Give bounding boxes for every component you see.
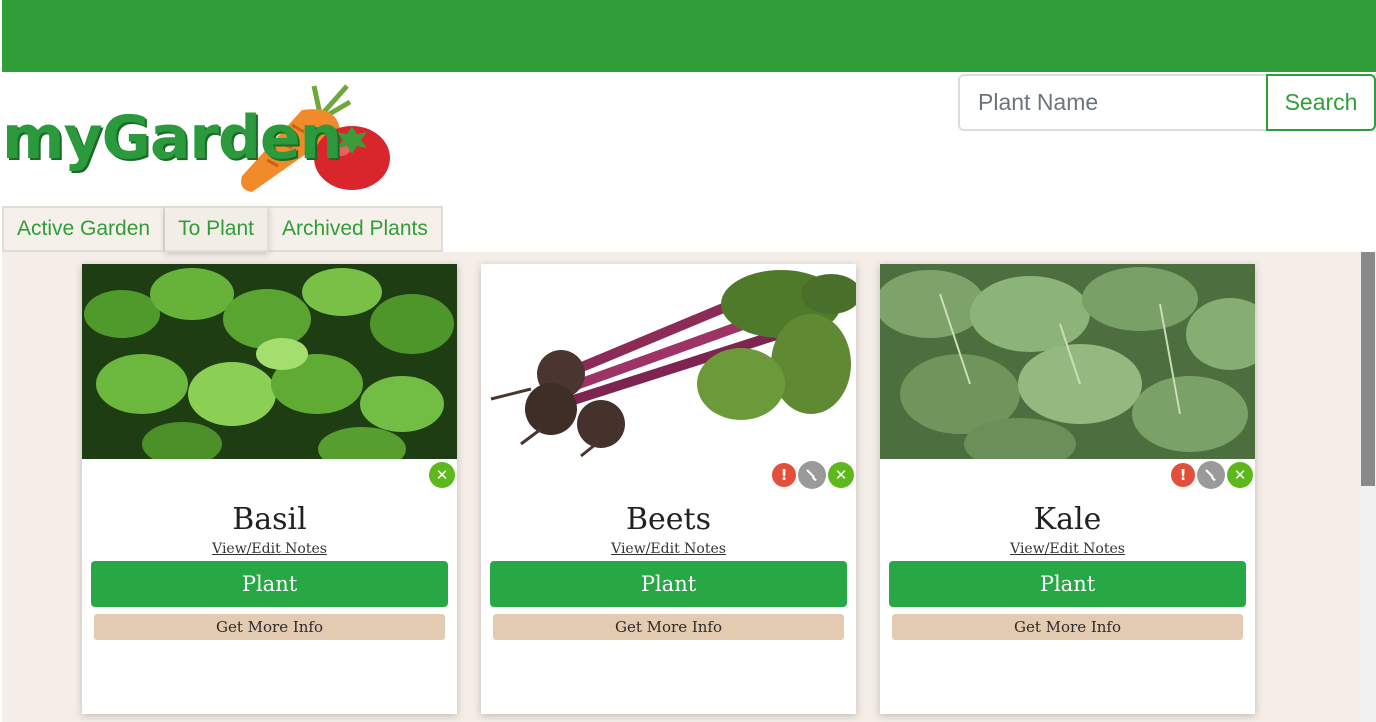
plant-card-list: ✕ Basil View/Edit Notes Plant Get More I… — [2, 252, 1362, 722]
tab-archived-plants[interactable]: Archived Plants — [268, 206, 443, 252]
alert-icon[interactable]: ! — [1171, 463, 1195, 487]
search-button[interactable]: Search — [1266, 74, 1376, 131]
alert-icon[interactable]: ! — [772, 463, 796, 487]
header-bar — [2, 0, 1376, 72]
plant-image-beets — [481, 264, 856, 459]
view-edit-notes-link[interactable]: View/Edit Notes — [481, 541, 856, 557]
view-edit-notes-link[interactable]: View/Edit Notes — [880, 541, 1255, 557]
scrollbar[interactable] — [1360, 252, 1376, 722]
logo-text: myGarden — [2, 103, 342, 173]
garden-tabs: Active Garden To Plant Archived Plants — [2, 206, 443, 252]
get-more-info-button[interactable]: Get More Info — [94, 614, 445, 640]
plant-card-kale: ! ✕ Kale View/Edit Notes Plant Get More … — [880, 264, 1255, 714]
plant-image-basil — [82, 264, 457, 459]
remove-icon[interactable]: ✕ — [1227, 462, 1253, 488]
plant-image-kale — [880, 264, 1255, 459]
card-actions: ! ✕ — [1171, 461, 1253, 489]
plant-name: Beets — [625, 502, 711, 537]
search-input[interactable] — [958, 74, 1268, 131]
plant-card-basil: ✕ Basil View/Edit Notes Plant Get More I… — [82, 264, 457, 714]
get-more-info-button[interactable]: Get More Info — [892, 614, 1243, 640]
get-more-info-button[interactable]: Get More Info — [493, 614, 844, 640]
shovel-icon[interactable] — [798, 461, 826, 489]
view-edit-notes-link[interactable]: View/Edit Notes — [82, 541, 457, 557]
plant-button[interactable]: Plant — [91, 561, 448, 607]
shovel-icon[interactable] — [1197, 461, 1225, 489]
remove-icon[interactable]: ✕ — [429, 462, 455, 488]
tab-active-garden[interactable]: Active Garden — [2, 206, 166, 252]
remove-icon[interactable]: ✕ — [828, 462, 854, 488]
plant-button[interactable]: Plant — [889, 561, 1246, 607]
plant-button[interactable]: Plant — [490, 561, 847, 607]
plant-card-beets: ! ✕ Beets View/Edit Notes Plant Get More… — [481, 264, 856, 714]
tab-to-plant[interactable]: To Plant — [165, 206, 269, 252]
plant-name: Basil — [232, 502, 307, 537]
card-actions: ✕ — [429, 461, 455, 489]
card-actions: ! ✕ — [772, 461, 854, 489]
scrollbar-thumb[interactable] — [1361, 252, 1375, 486]
plant-name: Kale — [1033, 502, 1102, 537]
